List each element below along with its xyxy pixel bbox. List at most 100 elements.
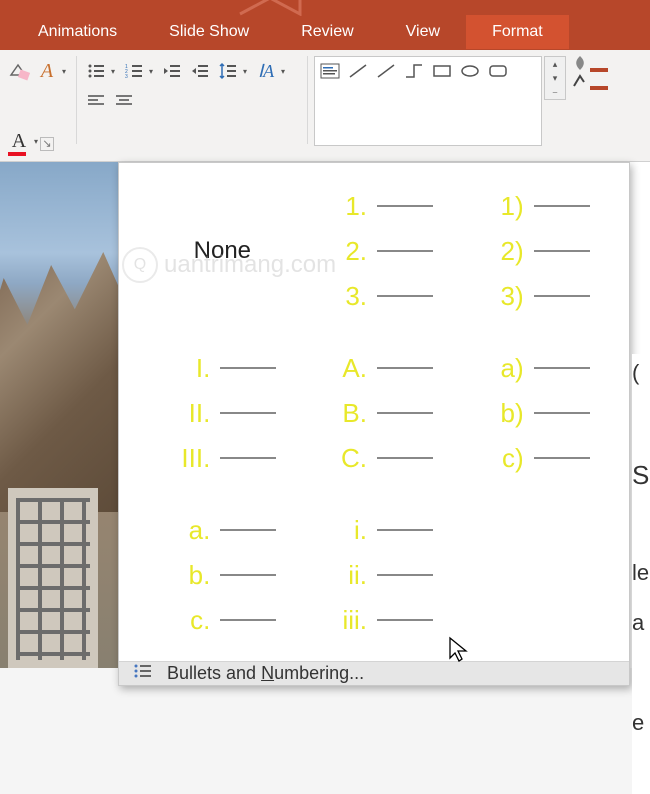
line-spacing-dropdown-icon[interactable]: ▾ [243, 67, 251, 76]
line-icon[interactable] [375, 61, 397, 81]
line-icon [377, 529, 433, 531]
none-label: None [194, 237, 251, 265]
bullets-dropdown-icon[interactable]: ▾ [111, 67, 119, 76]
line-icon [377, 457, 433, 459]
line-icon [377, 574, 433, 576]
paragraph-group: ▾ 123 ▾ ▾ ⅠA ▾ [83, 56, 289, 156]
text-direction-button[interactable]: ⅠA [253, 58, 279, 84]
ribbon-tabs: Animations Slide Show Review View Format [0, 14, 650, 50]
shape-outline-button[interactable] [572, 74, 612, 90]
numbering-dropdown-panel: None 1. 2. 3. 1) 2) 3) I. II. III. [118, 162, 630, 686]
ribbon: A ▾ A ▾ ↘ ▾ 123 ▾ ▾ ⅠA ▾ [0, 50, 650, 162]
rectangle-icon[interactable] [431, 61, 453, 81]
change-case-button[interactable]: A [34, 58, 60, 84]
num-glyph: C. [325, 443, 367, 474]
numbering-dropdown-icon[interactable]: ▾ [149, 67, 157, 76]
line-icon [534, 457, 590, 459]
change-case-dropdown-icon[interactable]: ▾ [62, 67, 70, 76]
svg-text:3: 3 [125, 74, 128, 79]
line-icon [534, 205, 590, 207]
num-glyph: II. [168, 398, 210, 429]
align-left-button[interactable] [83, 88, 109, 114]
num-glyph: III. [168, 443, 210, 474]
num-glyph: 1. [325, 191, 367, 222]
line-icon [534, 295, 590, 297]
shapes-gallery-expand[interactable]: ▴ ▾ ⎯ [544, 56, 566, 100]
tab-slide-show[interactable]: Slide Show [143, 15, 275, 49]
line-icon[interactable] [347, 61, 369, 81]
num-glyph: B. [325, 398, 367, 429]
bullets-numbering-icon [133, 662, 153, 685]
slide-thumbnail[interactable] [0, 162, 118, 668]
clear-formatting-button[interactable] [6, 58, 32, 84]
tab-format[interactable]: Format [466, 15, 569, 49]
line-icon [534, 412, 590, 414]
num-glyph: a) [482, 353, 524, 384]
num-glyph: c) [482, 443, 524, 474]
font-dialog-launcher[interactable]: ↘ [40, 137, 54, 151]
numbering-option-decimal-dot[interactable]: 1. 2. 3. [306, 181, 453, 321]
oval-icon[interactable] [459, 61, 481, 81]
tab-review[interactable]: Review [275, 15, 379, 49]
line-icon [377, 250, 433, 252]
line-spacing-button[interactable] [215, 58, 241, 84]
numbering-option-lower-alpha[interactable]: a. b. c. [149, 505, 296, 645]
shape-outline-swatch [590, 86, 608, 90]
line-icon [377, 412, 433, 414]
title-bar-decoration [230, 0, 370, 16]
increase-indent-button[interactable] [187, 58, 213, 84]
font-color-button[interactable]: A [6, 128, 32, 154]
connector-icon[interactable] [403, 61, 425, 81]
num-glyph: 3) [482, 281, 524, 312]
thumbnail-mountain [0, 252, 118, 512]
thumbnail-building [8, 488, 98, 668]
bullets-and-numbering-menuitem[interactable]: Bullets and Numbering... [119, 661, 629, 685]
numbering-option-lower-alpha-paren[interactable]: a) b) c) [462, 343, 609, 483]
line-icon [220, 367, 276, 369]
line-icon [220, 412, 276, 414]
tab-animations[interactable]: Animations [12, 15, 143, 49]
decrease-indent-button[interactable] [159, 58, 185, 84]
numbering-option-lower-roman[interactable]: i. ii. iii. [306, 505, 453, 645]
shapes-gallery[interactable] [314, 56, 542, 146]
line-icon [377, 367, 433, 369]
numbering-option-upper-roman[interactable]: I. II. III. [149, 343, 296, 483]
num-glyph: 1) [482, 191, 524, 222]
line-icon [377, 619, 433, 621]
numbering-option-decimal-paren[interactable]: 1) 2) 3) [462, 181, 609, 321]
align-center-button[interactable] [111, 88, 137, 114]
line-icon [220, 457, 276, 459]
num-glyph: A. [325, 353, 367, 384]
num-glyph: b) [482, 398, 524, 429]
num-glyph: i. [325, 515, 367, 546]
textbox-icon[interactable] [319, 61, 341, 81]
num-glyph: ii. [325, 560, 367, 591]
text-direction-dropdown-icon[interactable]: ▾ [281, 67, 289, 76]
num-glyph: c. [168, 605, 210, 636]
numbering-option-none[interactable]: None [149, 181, 296, 321]
tab-view[interactable]: View [380, 15, 466, 49]
num-glyph: a. [168, 515, 210, 546]
num-glyph: 2. [325, 236, 367, 267]
slide-text-partial: ( S le a e [632, 354, 650, 794]
num-glyph: 2) [482, 236, 524, 267]
group-separator [76, 56, 77, 144]
line-icon [377, 295, 433, 297]
num-glyph: b. [168, 560, 210, 591]
line-icon [377, 205, 433, 207]
numbering-grid: None 1. 2. 3. 1) 2) 3) I. II. III. [119, 163, 629, 661]
numbering-option-upper-alpha[interactable]: A. B. C. [306, 343, 453, 483]
shape-fill-button[interactable] [572, 56, 612, 72]
shape-fill-swatch [590, 68, 608, 72]
font-group: A ▾ A ▾ [6, 56, 70, 156]
num-glyph: 3. [325, 281, 367, 312]
content-area: None 1. 2. 3. 1) 2) 3) I. II. III. [0, 162, 650, 668]
num-glyph: I. [168, 353, 210, 384]
line-icon [220, 619, 276, 621]
group-separator [307, 56, 308, 144]
numbering-button[interactable]: 123 [121, 58, 147, 84]
line-icon [220, 574, 276, 576]
num-glyph: iii. [325, 605, 367, 636]
rounded-rect-icon[interactable] [487, 61, 509, 81]
bullets-button[interactable] [83, 58, 109, 84]
